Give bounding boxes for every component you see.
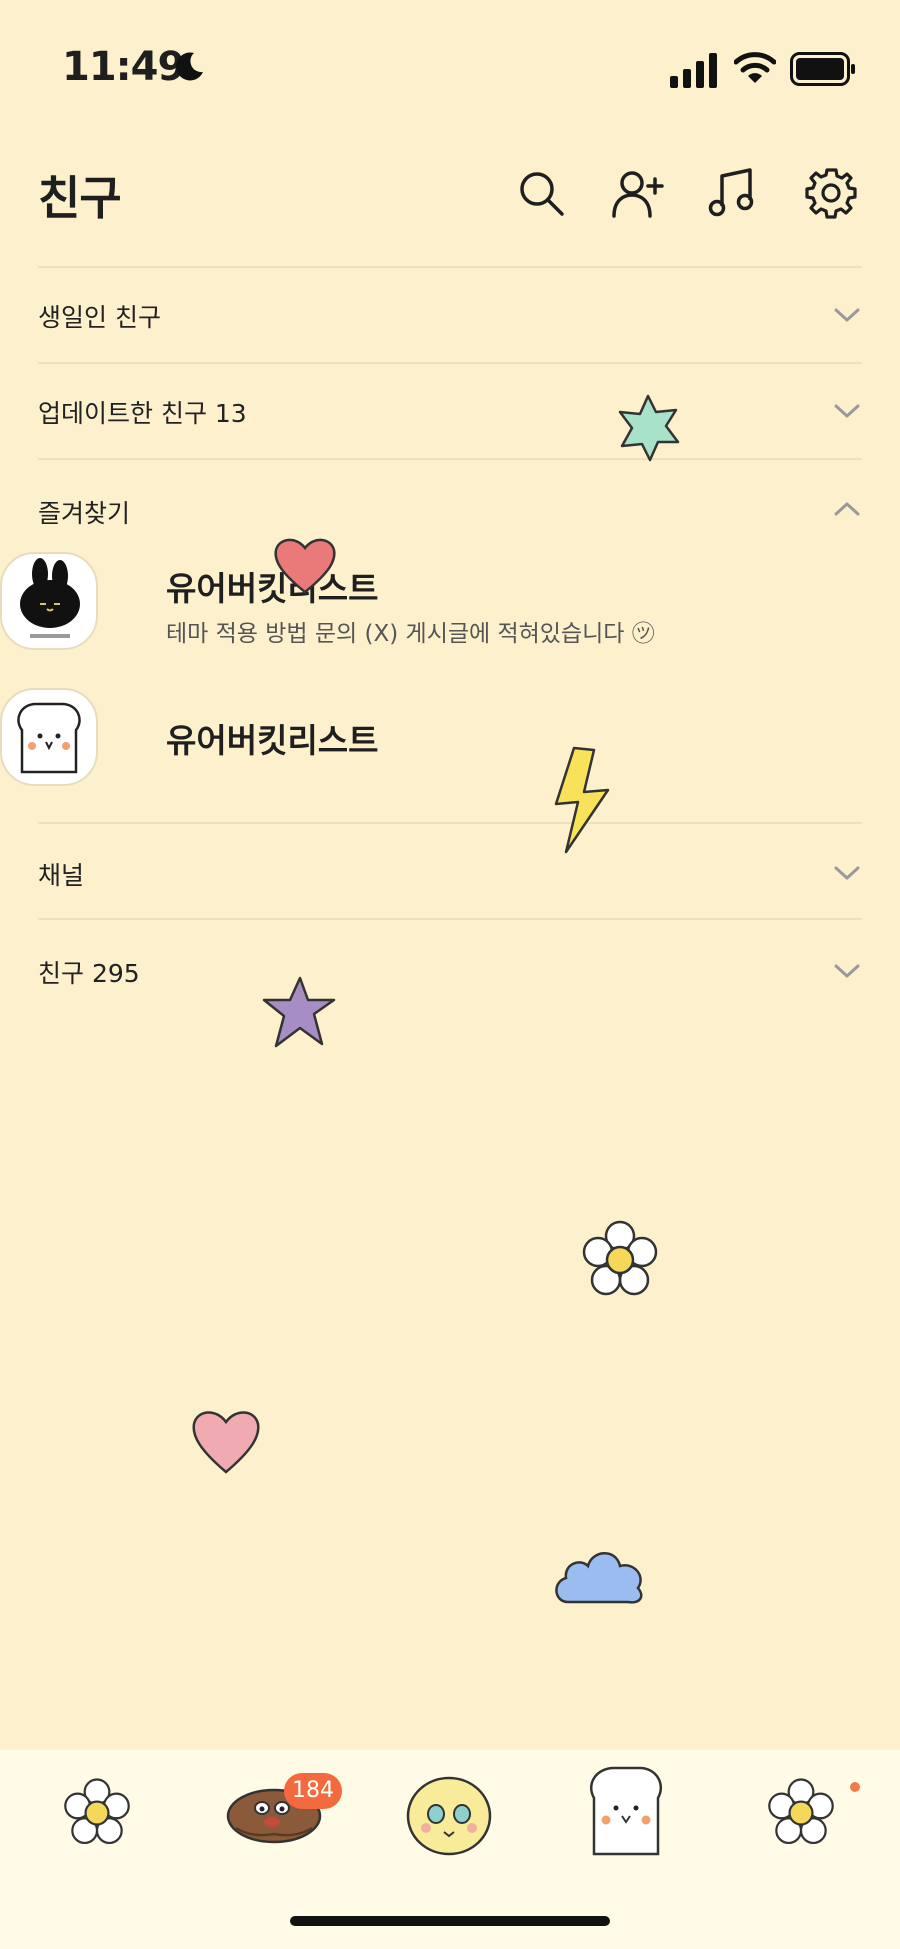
section-channel[interactable]: 채널 — [0, 824, 900, 918]
page-title: 친구 — [38, 171, 122, 225]
section-friends[interactable]: 친구 295 — [0, 920, 900, 1014]
chat-unread-badge: 184 — [284, 1773, 342, 1809]
wifi-icon — [734, 52, 776, 83]
cellular-signal-icon — [670, 53, 717, 88]
new-indicator-dot — [850, 1782, 860, 1792]
section-birthday[interactable]: 생일인 친구 — [0, 268, 900, 362]
avatar — [0, 688, 98, 786]
chevron-down-icon — [834, 404, 860, 418]
chevron-up-icon — [834, 502, 860, 516]
bread-avatar-icon — [17, 702, 81, 774]
pink-heart-decoration-icon — [192, 1411, 260, 1474]
section-favorites-label: 즐겨찾기 — [38, 499, 131, 528]
section-birthday-label: 생일인 친구 — [38, 303, 161, 332]
favorite-item[interactable]: 유어버킷리스트 테마 적용 방법 문의 (X) 게시글에 적혀있습니다 ㋡ — [0, 552, 900, 684]
shopping-tab-bread-icon[interactable] — [584, 1764, 668, 1858]
avatar — [0, 552, 98, 650]
favorite-status-message: 테마 적용 방법 문의 (X) 게시글에 적혀있습니다 ㋡ — [166, 621, 655, 647]
more-tab-daisy-icon[interactable] — [764, 1776, 838, 1850]
section-updated[interactable]: 업데이트한 친구 13 — [0, 364, 900, 458]
chevron-down-icon — [834, 308, 860, 322]
home-indicator[interactable] — [290, 1916, 610, 1926]
section-friends-label: 친구 295 — [38, 959, 140, 988]
settings-icon[interactable] — [804, 166, 858, 220]
red-heart-decoration-icon — [274, 538, 336, 594]
status-time: 11:49 — [62, 44, 185, 90]
yellow-lightning-decoration-icon — [554, 746, 610, 854]
section-favorites[interactable]: 즐겨찾기 — [0, 460, 900, 554]
purple-star-decoration-icon — [262, 976, 336, 1048]
search-icon[interactable] — [514, 166, 568, 220]
openchat-tab-face-icon[interactable] — [404, 1770, 494, 1858]
blue-cloud-decoration-icon — [555, 1552, 643, 1604]
daisy-decoration-icon — [582, 1220, 658, 1296]
section-updated-label: 업데이트한 친구 13 — [38, 399, 247, 428]
battery-icon — [790, 52, 855, 86]
add-friend-icon[interactable] — [610, 166, 664, 220]
chevron-down-icon — [834, 964, 860, 978]
favorite-name: 유어버킷리스트 — [166, 721, 379, 760]
favorite-item[interactable]: 유어버킷리스트 — [0, 688, 900, 820]
music-icon[interactable] — [706, 166, 760, 220]
friends-tab-daisy-icon[interactable] — [60, 1776, 134, 1850]
mint-star-decoration-icon — [618, 394, 680, 462]
moon-icon — [176, 52, 203, 81]
black-bunny-avatar-icon — [20, 558, 80, 638]
section-channel-label: 채널 — [38, 861, 85, 890]
chevron-down-icon — [834, 866, 860, 880]
